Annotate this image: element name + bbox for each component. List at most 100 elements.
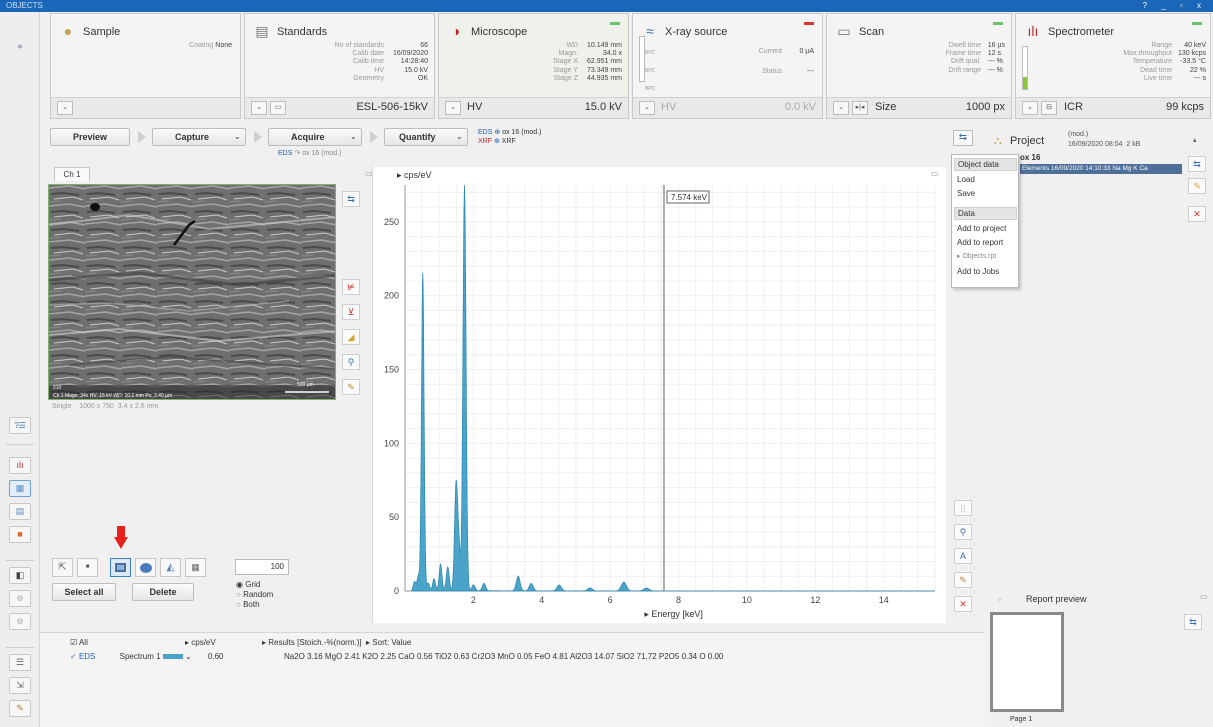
standards-db-icon[interactable]: ▭ xyxy=(270,101,286,115)
report-preview-title: Report preview xyxy=(1026,594,1087,604)
spectrometer-settings-icon[interactable]: ⊟ xyxy=(1041,101,1057,115)
export-icon[interactable]: ⇲ xyxy=(9,677,31,694)
report-swap-icon[interactable]: ⇆ xyxy=(1184,614,1202,630)
scan-dropdown[interactable]: ⌄ xyxy=(833,101,849,115)
microscope-dropdown[interactable]: ⌄ xyxy=(445,101,461,115)
sem-image[interactable]: 500 µm 210 Ch 1 Magn: 34x HV: 15 kV WD: … xyxy=(48,184,336,400)
chart-close-icon[interactable]: ✕ xyxy=(954,596,972,612)
filter-icon[interactable]: ⊻ xyxy=(342,304,360,320)
distribution-radio-group: ◉ Grid ○ Random ○ Both xyxy=(236,580,273,610)
quantify-dropdown-icon[interactable]: ⌄ xyxy=(456,132,463,141)
spectrum-icon[interactable]: ılı xyxy=(9,457,31,474)
image-icon[interactable]: ▦ xyxy=(9,480,31,497)
point-count-input[interactable]: 100 xyxy=(235,559,289,575)
standards-name: ESL-506-15kV xyxy=(356,101,428,113)
left-toolbar: ⚛ ?☰ ılı ▦ ▤ ■ ◧ ⚙ ⚙ ☰ ⇲ ✎ xyxy=(0,12,40,727)
microscope-status-indicator xyxy=(610,22,620,25)
report-page-thumbnail[interactable] xyxy=(990,612,1064,712)
standards-dropdown[interactable]: ⌄ xyxy=(251,101,267,115)
project-swap-icon[interactable]: ⇆ xyxy=(1188,156,1206,172)
title-bar: OBJECTS ? _ ▫ x xyxy=(0,0,1213,12)
project-title: Project xyxy=(1010,135,1045,147)
line-profile-icon[interactable]: ⊭ xyxy=(342,279,360,295)
linescan-icon[interactable]: ▤ xyxy=(9,503,31,520)
results-values: Na2O 3.16 MgO 2.41 K2O 2.25 CaO 0.56 TiO… xyxy=(284,652,724,661)
grid-tool[interactable]: ▦ xyxy=(185,558,206,577)
all-checkbox[interactable]: ☑ All xyxy=(70,638,88,647)
pointer-tool[interactable]: ⇱ xyxy=(52,558,73,577)
map-icon[interactable]: ■ xyxy=(9,526,31,543)
image-info: Single 1000 x 750 3.4 x 2.6 mm xyxy=(52,403,159,410)
scan-icon: ▭ xyxy=(837,23,851,39)
menu-item-add-to-project[interactable]: Add to project xyxy=(957,224,1006,234)
red-down-arrow-icon xyxy=(114,526,128,550)
sample-dropdown[interactable]: ⌄ xyxy=(57,101,73,115)
x-tick-label: 2 xyxy=(471,595,476,605)
menu-item-add-to-jobs[interactable]: Add to Jobs xyxy=(957,267,999,277)
results-bar: ☑ All ▸ cps/eV ▸ Results [Stoich.-%(norm… xyxy=(40,632,985,727)
spectrometer-status-indicator xyxy=(1192,22,1202,25)
microscope-panel: ◑ Microscope WD Magn. Stage X Stage Y Stage … xyxy=(438,13,629,119)
rectangle-tool[interactable] xyxy=(110,558,131,577)
y-axis-label: ▸ cps/eV xyxy=(397,170,432,180)
capture-button[interactable]: Capture xyxy=(152,128,246,146)
zoom-icon[interactable]: ⚲ xyxy=(342,354,360,370)
project-edit-icon[interactable]: ✎ xyxy=(1188,178,1206,194)
y-tick-label: 200 xyxy=(384,291,399,301)
spectrum-chart[interactable]: 0 50 100 150 200 250 2 4 6 8 10 12 14 ▸ cps/eV ▸ Energ… xyxy=(373,167,947,623)
report-page-label: Page 1 xyxy=(1010,716,1033,723)
select-all-button[interactable]: Select all xyxy=(52,583,116,601)
results-selector[interactable]: ▸ Results [Stoich.-%(norm.)] ▸ Sort: Val… xyxy=(262,638,411,647)
unit-selector[interactable]: ▸ cps/eV xyxy=(185,638,216,647)
acquire-button[interactable]: Acquire xyxy=(268,128,362,146)
chart-report-icon[interactable]: ✎ xyxy=(954,572,972,588)
job-icon[interactable]: ⚙ xyxy=(9,613,31,630)
menu-item-objects-rpt[interactable]: ▸ Objects.rpt xyxy=(957,252,996,262)
image-overlay-text: Ch 1 Magn: 34x HV: 15 kV WD: 10.1 mm Px:… xyxy=(53,393,173,399)
menu-item-save[interactable]: Save xyxy=(957,189,975,199)
project-elements-row[interactable]: Elements 16/09/2020 14:10:33 Na Mg K Ca xyxy=(1020,164,1182,174)
results-row[interactable]: ✓ EDS Spectrum 1 ⌄ 0.60 xyxy=(70,652,224,661)
preview-button[interactable]: Preview xyxy=(50,128,130,146)
chart-annotate-icon[interactable]: A xyxy=(954,548,972,564)
project-collapse-icon[interactable]: ▴ xyxy=(1193,136,1197,144)
x-tick-label: 8 xyxy=(676,595,681,605)
image-swap-icon[interactable]: ⇆ xyxy=(342,191,360,207)
capture-dropdown-icon[interactable]: ⌄ xyxy=(234,132,241,141)
chart-blank-icon[interactable]: ▯ xyxy=(954,500,972,516)
spectrum-color-swatch[interactable] xyxy=(162,654,183,660)
tab-ch1[interactable]: Ch 1 xyxy=(54,167,90,181)
cursor-label: 7.574 keV xyxy=(671,193,708,202)
image-report-icon[interactable]: ✎ xyxy=(342,379,360,395)
acquire-dropdown-icon[interactable]: ⌄ xyxy=(350,132,357,141)
menu-item-load[interactable]: Load xyxy=(957,175,975,185)
y-tick-label: 50 xyxy=(389,512,399,522)
x-tick-label: 14 xyxy=(879,595,889,605)
contrast-icon[interactable]: ◧ xyxy=(9,567,31,584)
list-icon[interactable]: ☰ xyxy=(9,654,31,671)
chart-zoom-icon[interactable]: ⚲ xyxy=(954,524,972,540)
highlight-icon[interactable]: ◢ xyxy=(342,329,360,345)
polygon-tool[interactable]: ◭ xyxy=(160,558,181,577)
xray-dropdown[interactable]: ⌄ xyxy=(639,101,655,115)
swap-button[interactable]: ⇆ xyxy=(953,130,973,146)
random-radio[interactable]: ○ Random xyxy=(236,590,273,600)
batch-icon[interactable]: ⚙ xyxy=(9,590,31,607)
point-tool[interactable]: ■ xyxy=(77,558,98,577)
report-icon[interactable]: ✎ xyxy=(9,700,31,717)
delete-button[interactable]: Delete xyxy=(132,583,194,601)
project-delete-icon[interactable]: ✕ xyxy=(1188,206,1206,222)
grid-radio[interactable]: ◉ Grid xyxy=(236,580,273,590)
menu-header-data: Data xyxy=(954,207,1017,220)
context-menu: Object data Load Save Data Add to projec… xyxy=(951,154,1019,288)
ellipse-tool[interactable] xyxy=(135,558,156,577)
scan-frame-icon[interactable]: ▸|◂ xyxy=(852,101,868,115)
window-controls[interactable]: ? _ ▫ x xyxy=(1143,0,1207,12)
project-item[interactable]: ox 16 xyxy=(1020,153,1040,162)
spectrometer-dropdown[interactable]: ⌄ xyxy=(1022,101,1038,115)
help-list-button[interactable]: ?☰ xyxy=(9,417,31,434)
scan-status-indicator xyxy=(993,22,1003,25)
menu-item-add-to-report[interactable]: Add to report xyxy=(957,238,1003,248)
report-maximize-icon[interactable]: ▭ xyxy=(1200,592,1208,601)
both-radio[interactable]: ○ Both xyxy=(236,600,273,610)
